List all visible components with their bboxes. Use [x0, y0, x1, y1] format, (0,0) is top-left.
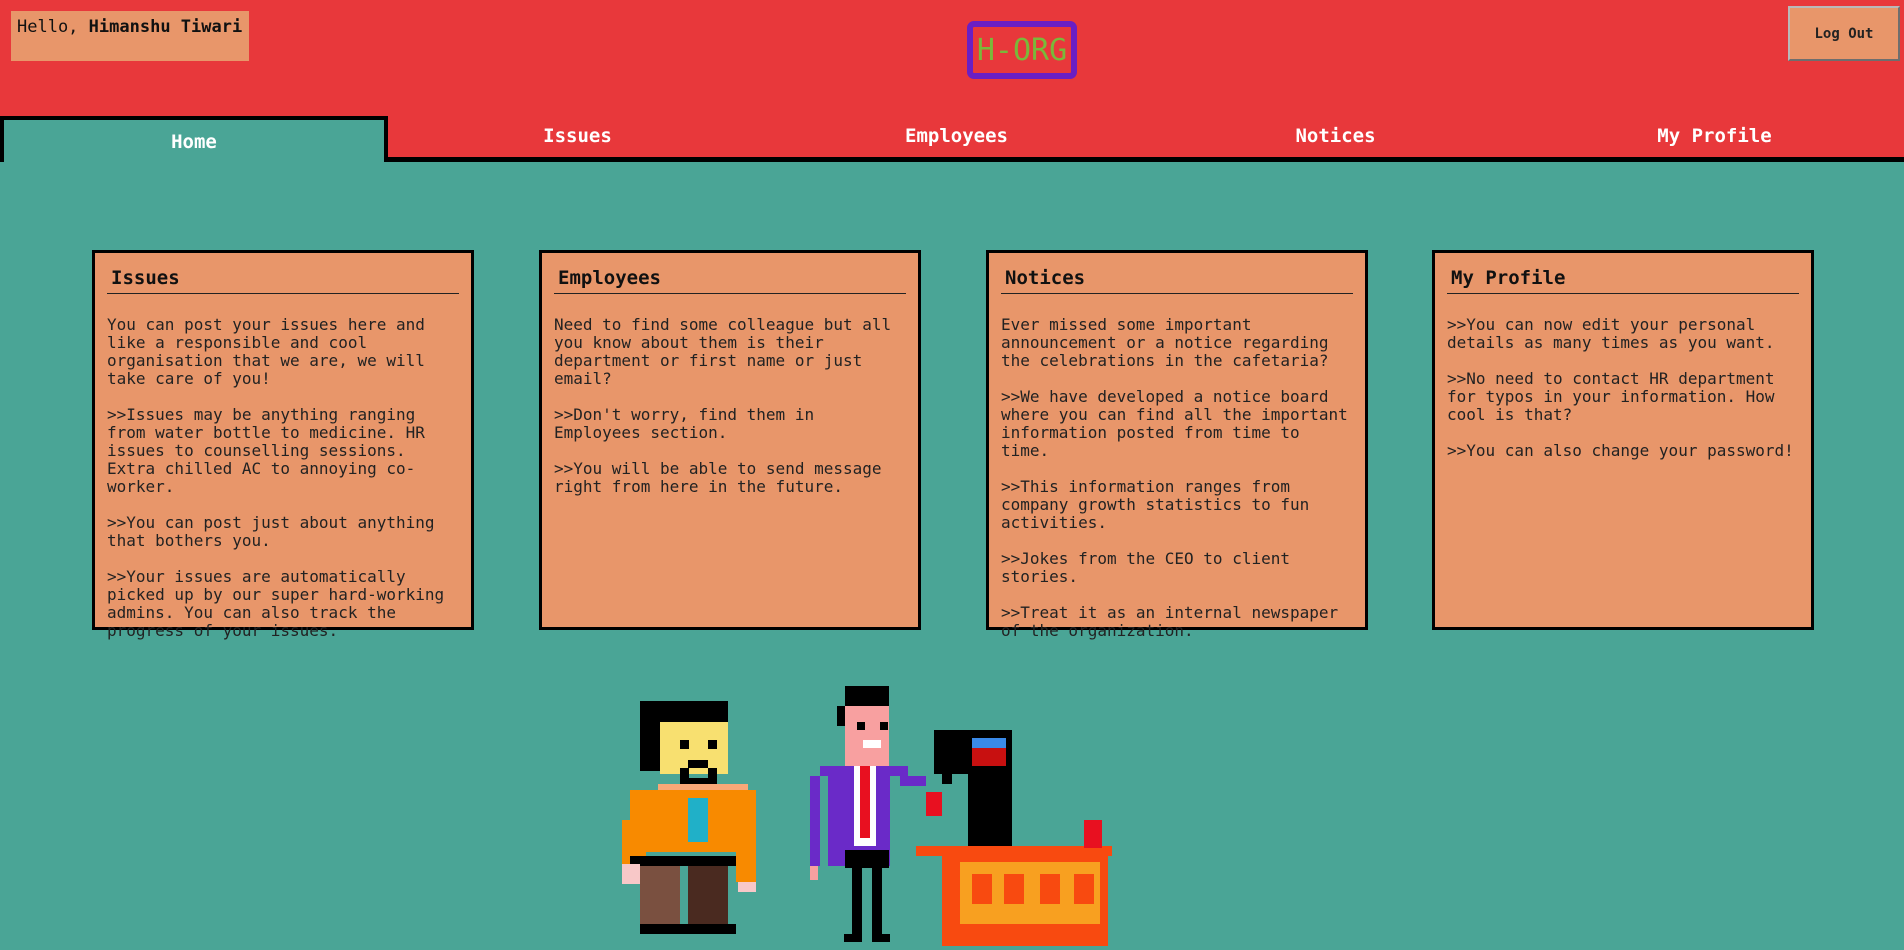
card-title: Issues — [107, 267, 459, 294]
card-paragraph: Ever missed some important announcement … — [1001, 315, 1329, 370]
card-body: Need to find some colleague but all you … — [554, 316, 906, 496]
card-paragraph: >>You can now edit your personal details… — [1447, 315, 1775, 352]
card-notices: Notices Ever missed some important annou… — [986, 250, 1368, 640]
tab-bar-border — [388, 157, 1904, 162]
card-paragraph: >>You can also change your password! — [1447, 441, 1794, 460]
person-orange-shirt — [622, 701, 756, 934]
card-paragraph: Need to find some colleague but all you … — [554, 315, 892, 388]
logo: H-ORG — [967, 21, 1077, 79]
card-body: You can post your issues here and like a… — [107, 316, 459, 640]
card-issues: Issues You can post your issues here and… — [92, 250, 474, 640]
card-paragraph: >>Your issues are automatically picked u… — [107, 567, 445, 640]
logo-text: H-ORG — [977, 33, 1067, 68]
card-paragraph: >>Treat it as an internal newspaper of t… — [1001, 603, 1339, 640]
page: Hello, Himanshu Tiwari H-ORG Log Out Hom… — [0, 0, 1904, 950]
tab-my-profile[interactable]: My Profile — [1525, 116, 1904, 162]
card-paragraph: >>No need to contact HR department for t… — [1447, 369, 1775, 424]
card-body: Ever missed some important announcement … — [1001, 316, 1353, 640]
office-illustration — [622, 686, 1112, 946]
card-my-profile: My Profile >>You can now edit your perso… — [1432, 250, 1814, 630]
card-body: >>You can now edit your personal details… — [1447, 316, 1799, 460]
card-title: Employees — [554, 267, 906, 294]
card-title: My Profile — [1447, 267, 1799, 294]
greeting-prefix: Hello, — [17, 17, 79, 37]
card-paragraph: You can post your issues here and like a… — [107, 315, 425, 388]
card-employees: Employees Need to find some colleague bu… — [539, 250, 921, 630]
coffee-machine — [916, 730, 1112, 946]
card-paragraph: >>You will be able to send message right… — [554, 459, 882, 496]
card-paragraph: >>Jokes from the CEO to client stories. — [1001, 549, 1290, 586]
tab-home[interactable]: Home — [0, 116, 388, 162]
card-paragraph: >>Don't worry, find them in Employees se… — [554, 405, 815, 442]
card-paragraph: >>You can post just about anything that … — [107, 513, 435, 550]
card-paragraph: >>We have developed a notice board where… — [1001, 387, 1348, 460]
user-name: Himanshu Tiwari — [88, 17, 243, 37]
user-greeting: Hello, Himanshu Tiwari — [11, 11, 249, 61]
tab-issues[interactable]: Issues — [388, 116, 767, 162]
header: Hello, Himanshu Tiwari H-ORG Log Out Hom… — [0, 0, 1904, 162]
card-title: Notices — [1001, 267, 1353, 294]
person-purple-suit — [810, 686, 942, 942]
logout-button[interactable]: Log Out — [1788, 6, 1900, 61]
tab-employees[interactable]: Employees — [767, 116, 1146, 162]
card-paragraph: >>Issues may be anything ranging from wa… — [107, 405, 425, 496]
tab-notices[interactable]: Notices — [1146, 116, 1525, 162]
card-paragraph: >>This information ranges from company g… — [1001, 477, 1310, 532]
